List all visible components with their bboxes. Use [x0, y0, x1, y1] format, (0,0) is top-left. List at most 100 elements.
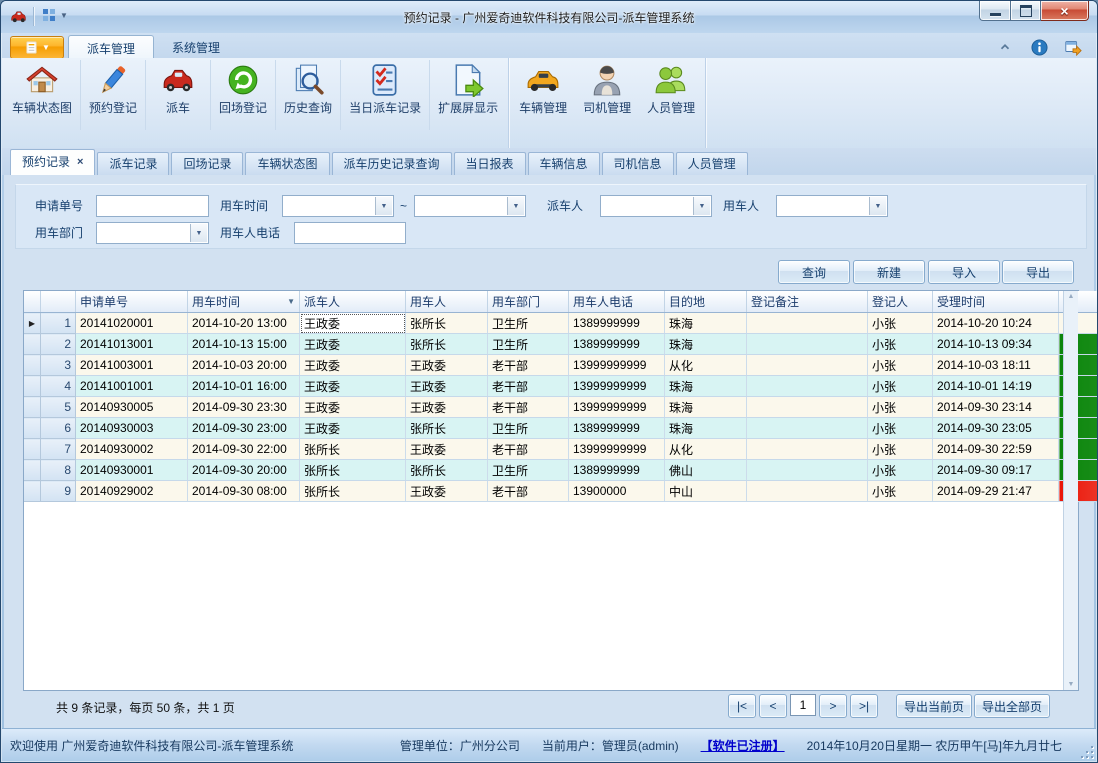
use-time-cell[interactable]: 2014-09-30 08:00	[188, 481, 300, 502]
row-indicator-cell[interactable]	[24, 481, 41, 502]
vertical-scrollbar[interactable]: ▲ ▼	[1063, 291, 1078, 690]
use-time-cell[interactable]: 2014-09-30 23:30	[188, 397, 300, 418]
registrar-cell[interactable]: 小张	[868, 481, 933, 502]
col-dispatcher[interactable]: 派车人	[300, 291, 406, 313]
doc-tab[interactable]: 当日报表	[454, 152, 526, 175]
prev-page-button[interactable]: <	[759, 694, 787, 718]
maximize-button[interactable]	[1010, 1, 1041, 21]
accept-time-cell[interactable]: 2014-09-30 23:14	[933, 397, 1059, 418]
accept-time-cell[interactable]: 2014-10-20 10:24	[933, 313, 1059, 334]
col-user-phone[interactable]: 用车人电话	[569, 291, 665, 313]
car-user-cell[interactable]: 张所长	[406, 334, 488, 355]
registrar-cell[interactable]: 小张	[868, 355, 933, 376]
destination-cell[interactable]: 中山	[665, 481, 747, 502]
car-user-cell[interactable]: 王政委	[406, 481, 488, 502]
use-time-to-select[interactable]: ▼	[414, 195, 526, 217]
ribbon-button[interactable]: 预约登记	[80, 60, 145, 130]
doc-tab[interactable]: 预约记录 ×	[10, 149, 95, 175]
row-indicator-cell[interactable]	[24, 376, 41, 397]
order-no-input[interactable]	[96, 195, 209, 217]
row-indicator-cell[interactable]	[24, 460, 41, 481]
car-user-select[interactable]: ▼	[776, 195, 888, 217]
col-registrar[interactable]: 登记人	[868, 291, 933, 313]
table-row[interactable]: 4 20141001001 2014-10-01 16:00 王政委 王政委 老…	[24, 376, 1098, 397]
car-user-cell[interactable]: 王政委	[406, 355, 488, 376]
user-phone-input[interactable]	[294, 222, 406, 244]
license-registered-link[interactable]: 【软件已注册】	[701, 737, 785, 754]
col-accept-time[interactable]: 受理时间	[933, 291, 1059, 313]
row-indicator-cell[interactable]	[24, 397, 41, 418]
ribbon-button[interactable]: 派车	[145, 60, 210, 130]
dispatcher-cell[interactable]: 王政委	[300, 418, 406, 439]
table-row[interactable]: 5 20140930005 2014-09-30 23:30 王政委 王政委 老…	[24, 397, 1098, 418]
remark-cell[interactable]	[747, 397, 868, 418]
accept-time-cell[interactable]: 2014-09-30 22:59	[933, 439, 1059, 460]
use-dept-cell[interactable]: 老干部	[488, 439, 569, 460]
table-row[interactable]: 3 20141003001 2014-10-03 20:00 王政委 王政委 老…	[24, 355, 1098, 376]
use-time-cell[interactable]: 2014-09-30 20:00	[188, 460, 300, 481]
new-button[interactable]: 新建	[853, 260, 925, 284]
user-phone-cell[interactable]: 1389999999	[569, 460, 665, 481]
export-button[interactable]: 导出	[1002, 260, 1074, 284]
user-phone-cell[interactable]: 13999999999	[569, 439, 665, 460]
order-no-cell[interactable]: 20140929002	[76, 481, 188, 502]
accept-time-cell[interactable]: 2014-09-29 21:47	[933, 481, 1059, 502]
ribbon-button[interactable]: 人员管理	[639, 60, 703, 130]
last-page-button[interactable]: >|	[850, 694, 878, 718]
doc-tab[interactable]: 司机信息	[602, 152, 674, 175]
collapse-ribbon-icon[interactable]	[996, 38, 1014, 56]
user-phone-cell[interactable]: 13999999999	[569, 376, 665, 397]
row-indicator-cell[interactable]	[24, 355, 41, 376]
doc-tab[interactable]: 派车记录	[97, 152, 169, 175]
use-dept-cell[interactable]: 卫生所	[488, 460, 569, 481]
remark-cell[interactable]	[747, 460, 868, 481]
row-indicator-cell[interactable]	[24, 418, 41, 439]
accept-time-cell[interactable]: 2014-10-03 18:11	[933, 355, 1059, 376]
ribbon-button[interactable]: 扩展屏显示	[429, 60, 506, 130]
sort-indicator-icon[interactable]: ▼	[287, 297, 295, 306]
export-all-pages-button[interactable]: 导出全部页	[974, 694, 1050, 718]
dispatcher-cell[interactable]: 张所长	[300, 460, 406, 481]
row-number-cell[interactable]: 4	[41, 376, 76, 397]
doc-tab[interactable]: 回场记录	[171, 152, 243, 175]
row-indicator-cell[interactable]	[24, 334, 41, 355]
registrar-cell[interactable]: 小张	[868, 439, 933, 460]
user-phone-cell[interactable]: 1389999999	[569, 418, 665, 439]
import-button[interactable]: 导入	[928, 260, 1000, 284]
order-no-cell[interactable]: 20140930005	[76, 397, 188, 418]
next-page-button[interactable]: >	[819, 694, 847, 718]
use-time-cell[interactable]: 2014-10-13 15:00	[188, 334, 300, 355]
remark-cell[interactable]	[747, 418, 868, 439]
car-user-cell[interactable]: 张所长	[406, 418, 488, 439]
col-remark[interactable]: 登记备注	[747, 291, 868, 313]
order-no-cell[interactable]: 20140930002	[76, 439, 188, 460]
use-dept-select[interactable]: ▼	[96, 222, 209, 244]
destination-cell[interactable]: 珠海	[665, 334, 747, 355]
col-use-dept[interactable]: 用车部门	[488, 291, 569, 313]
use-time-cell[interactable]: 2014-10-01 16:00	[188, 376, 300, 397]
order-no-cell[interactable]: 20141001001	[76, 376, 188, 397]
accept-time-cell[interactable]: 2014-09-30 23:05	[933, 418, 1059, 439]
remark-cell[interactable]	[747, 376, 868, 397]
title-bar[interactable]: ▼ 预约记录 - 广州爱奇迪软件科技有限公司-派车管理系统 ×	[1, 1, 1097, 33]
doc-tab[interactable]: 车辆信息	[528, 152, 600, 175]
dispatcher-cell[interactable]: 张所长	[300, 439, 406, 460]
table-row[interactable]: 8 20140930001 2014-09-30 20:00 张所长 张所长 卫…	[24, 460, 1098, 481]
remark-cell[interactable]	[747, 439, 868, 460]
row-number-cell[interactable]: 3	[41, 355, 76, 376]
car-user-cell[interactable]: 王政委	[406, 439, 488, 460]
order-no-cell[interactable]: 20140930003	[76, 418, 188, 439]
row-number-cell[interactable]: 2	[41, 334, 76, 355]
row-indicator-cell[interactable]	[24, 439, 41, 460]
minimize-button[interactable]	[979, 1, 1010, 21]
ribbon-tab-system-management[interactable]: 系统管理	[154, 35, 238, 60]
car-user-cell[interactable]: 王政委	[406, 397, 488, 418]
order-no-cell[interactable]: 20141013001	[76, 334, 188, 355]
registrar-cell[interactable]: 小张	[868, 460, 933, 481]
close-button[interactable]: ×	[1041, 1, 1089, 21]
ribbon-button[interactable]: 车辆管理	[511, 60, 575, 130]
table-row[interactable]: 2 20141013001 2014-10-13 15:00 王政委 张所长 卫…	[24, 334, 1098, 355]
use-dept-cell[interactable]: 老干部	[488, 355, 569, 376]
ribbon-tab-dispatch-management[interactable]: 派车管理	[68, 35, 154, 60]
dispatcher-cell[interactable]: 王政委	[300, 397, 406, 418]
